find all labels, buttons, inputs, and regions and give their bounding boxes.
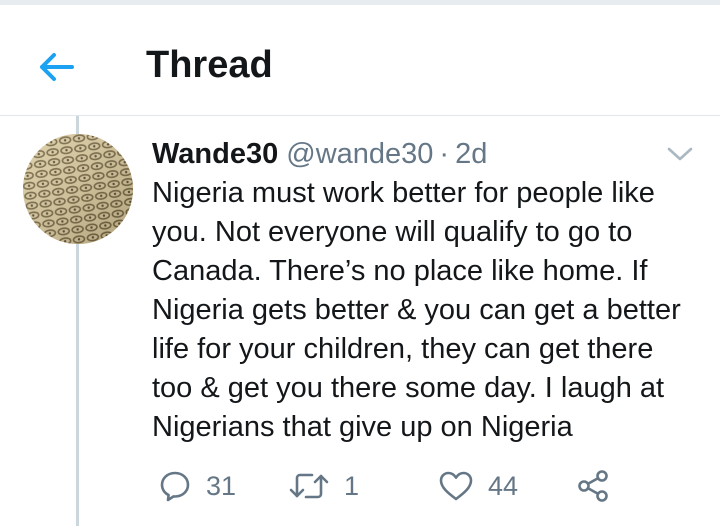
- like-button[interactable]: 44: [438, 466, 518, 506]
- like-count: 44: [488, 471, 519, 501]
- fabric-pattern-avatar: [23, 134, 133, 244]
- chevron-down-icon: [667, 147, 693, 161]
- reply-count: 31: [206, 471, 237, 501]
- retweet-icon: [289, 473, 329, 499]
- tweet-author-row: Wande30 @wande30 · 2d: [152, 134, 487, 174]
- page-title: Thread: [146, 44, 273, 86]
- share-button[interactable]: [576, 466, 610, 506]
- separator-dot: ·: [439, 138, 450, 170]
- avatar[interactable]: [23, 134, 133, 244]
- display-name[interactable]: Wande30: [152, 134, 278, 174]
- tweet-actions-bar: 31 1 44: [152, 466, 692, 506]
- retweet-button[interactable]: 1: [288, 466, 359, 506]
- reply-button[interactable]: 31: [158, 466, 236, 506]
- back-button[interactable]: [30, 41, 82, 93]
- tweet-text: Nigeria must work better for people like…: [152, 177, 681, 443]
- heart-icon: [439, 471, 473, 501]
- reply-icon: [160, 471, 190, 502]
- retweet-count: 1: [344, 471, 360, 501]
- user-handle[interactable]: @wande30: [286, 134, 433, 174]
- thread-header: Thread: [0, 5, 720, 116]
- arrow-left-icon: [40, 53, 74, 81]
- tweet-timestamp[interactable]: 2d: [455, 134, 487, 174]
- share-icon: [578, 470, 608, 502]
- tweet-menu-button[interactable]: [664, 140, 696, 168]
